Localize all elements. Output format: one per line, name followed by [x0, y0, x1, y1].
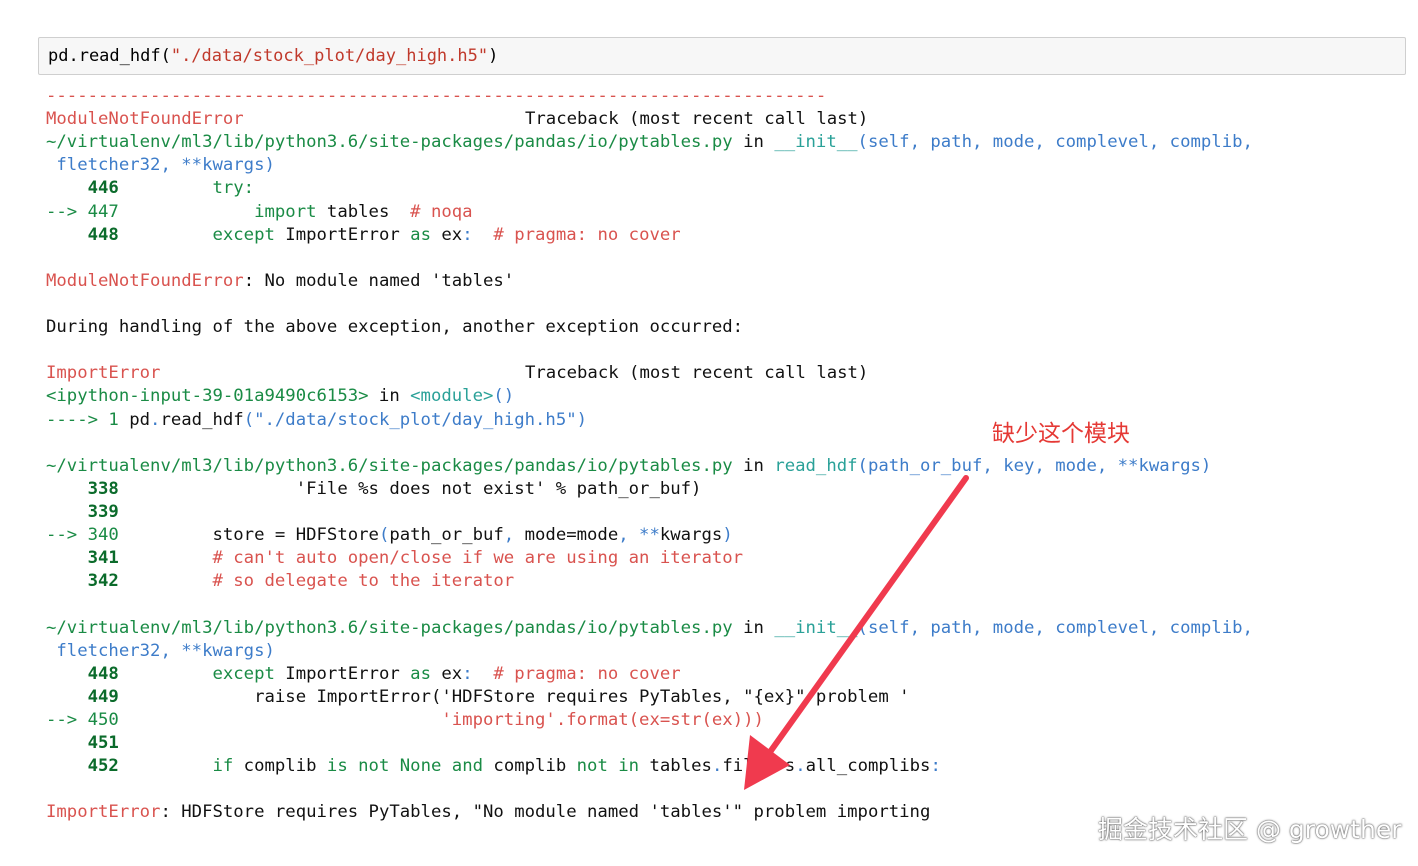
code-line: 338 'File %s does not exist' % path_or_b…: [46, 478, 702, 499]
code-line: 341 # can't auto open/close if we are us…: [46, 548, 744, 569]
code-line: 446 try:: [46, 178, 255, 199]
code-line: 339: [46, 501, 130, 522]
frame-location: ~/virtualenv/ml3/lib/python3.6/site-pack…: [46, 132, 1253, 153]
code-line: 448 except ImportError as ex: # pragma: …: [46, 224, 681, 245]
code-line: 448 except ImportError as ex: # pragma: …: [46, 663, 681, 684]
code-line: 452 if complib is not None and complib n…: [46, 756, 941, 777]
code-line: 451: [46, 733, 130, 754]
exception-message: ModuleNotFoundError: No module named 'ta…: [46, 270, 515, 291]
code-line-current: --> 340 store = HDFStore(path_or_buf, mo…: [46, 525, 733, 546]
code-line-current: --> 450 'importing'.format(ex=str(ex))): [46, 709, 764, 730]
code-line-current: ----> 1 pd.read_hdf("./data/stock_plot/d…: [46, 409, 588, 430]
frame-location-continued: fletcher32, **kwargs): [46, 155, 275, 176]
chained-exception-notice: During handling of the above exception, …: [46, 317, 744, 338]
code-line: 342 # so delegate to the iterator: [46, 571, 515, 592]
watermark: 掘金技术社区 @ growther: [1098, 815, 1402, 844]
code-line: 449 raise ImportError('HDFStore requires…: [46, 686, 910, 707]
exception-header: ModuleNotFoundError Traceback (most recen…: [46, 109, 869, 130]
code-input-line[interactable]: pd.read_hdf("./data/stock_plot/day_high.…: [48, 46, 498, 66]
traceback-output: ----------------------------------------…: [46, 85, 1406, 825]
exception-header: ImportError Traceback (most recent call l…: [46, 363, 869, 384]
code-input-cell[interactable]: pd.read_hdf("./data/stock_plot/day_high.…: [38, 37, 1406, 75]
frame-location-continued: fletcher32, **kwargs): [46, 640, 275, 661]
separator-line: ----------------------------------------…: [46, 86, 827, 106]
frame-location: <ipython-input-39-01a9490c6153> in <modu…: [46, 386, 515, 407]
frame-location: ~/virtualenv/ml3/lib/python3.6/site-pack…: [46, 455, 1212, 476]
frame-location: ~/virtualenv/ml3/lib/python3.6/site-pack…: [46, 617, 1253, 638]
annotation-label: 缺少这个模块: [992, 421, 1130, 447]
code-line-current: --> 447 import tables # noqa: [46, 201, 473, 222]
